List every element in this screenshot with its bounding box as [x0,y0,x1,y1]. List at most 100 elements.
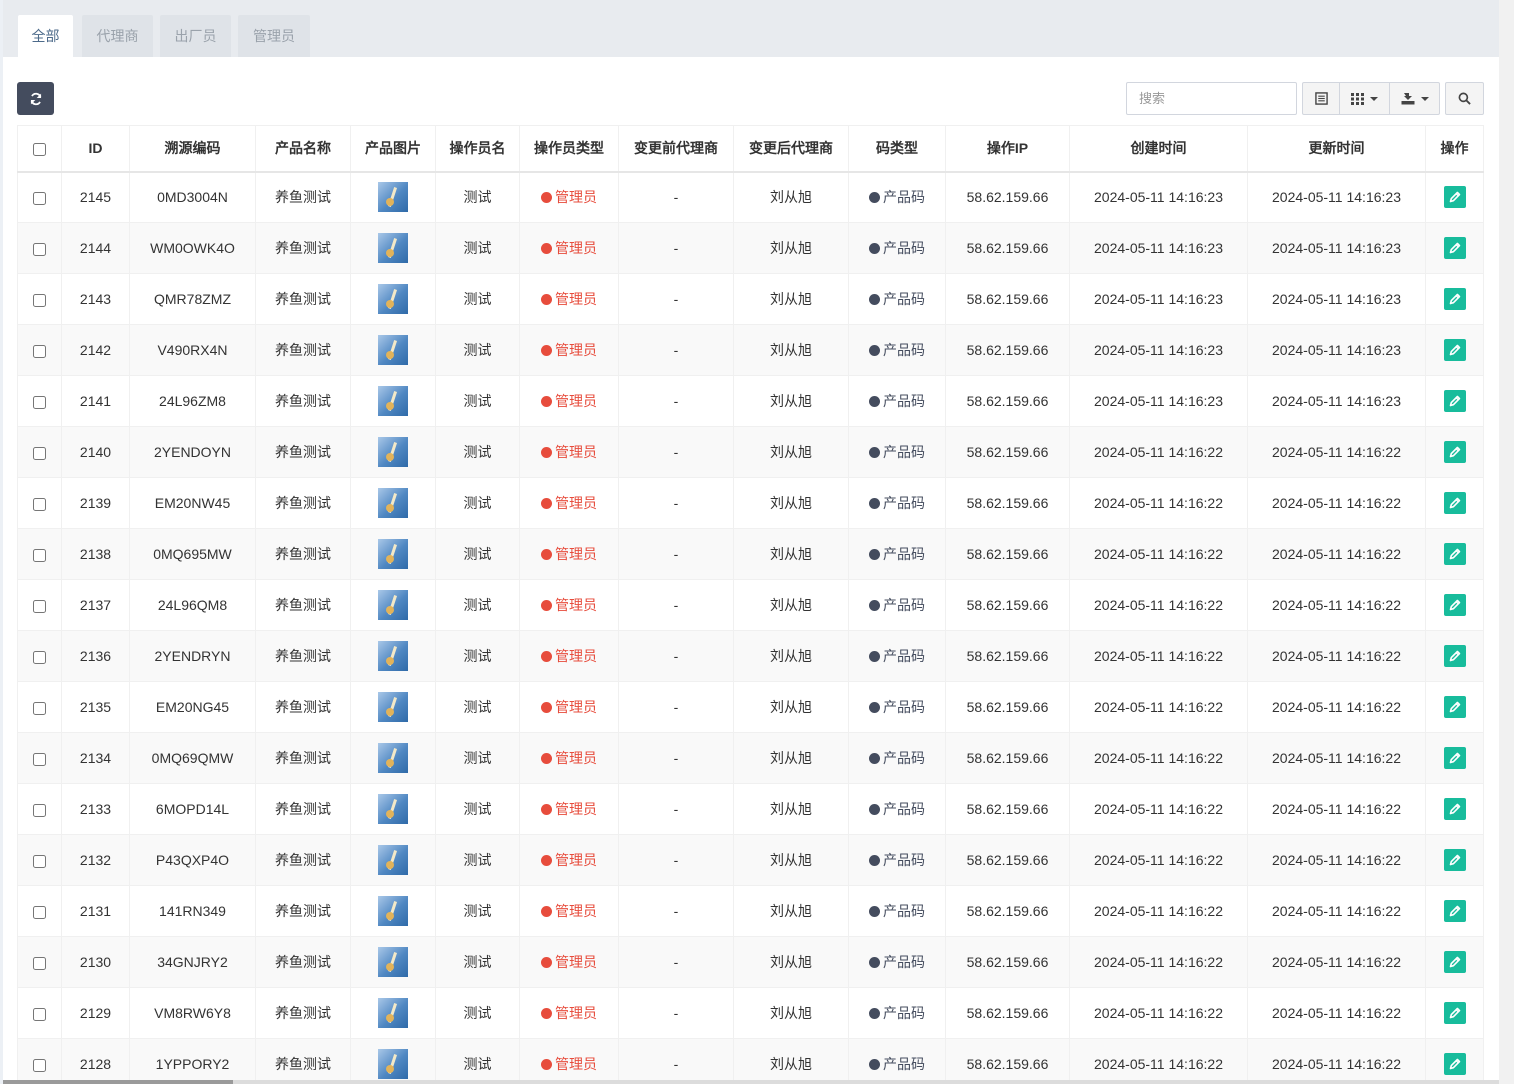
row-select-cell[interactable] [17,222,62,274]
edit-button[interactable] [1443,696,1466,718]
edit-button[interactable] [1443,237,1466,259]
table-row[interactable]: 2145 0MD3004N 养鱼测试 测试 管理员 - 刘从旭 产品码 58.62.159.66… [17,171,1484,223]
row-select-cell[interactable] [17,273,62,325]
tab-factory-staff[interactable]: 出厂员 [160,15,231,57]
row-checkbox[interactable] [33,803,46,817]
edit-button[interactable] [1443,798,1466,820]
row-select-cell[interactable] [17,477,62,529]
row-checkbox[interactable] [33,446,46,460]
table-row[interactable]: 2129 VM8RW6Y8 养鱼测试 测试 管理员 - 刘从旭 产品码 58.62.159.66… [17,987,1484,1039]
row-select-cell[interactable] [17,783,62,835]
columns-dropdown-button[interactable] [1339,82,1390,115]
row-select-cell[interactable] [17,987,62,1039]
row-select-cell[interactable] [17,1038,62,1084]
row-checkbox[interactable] [33,650,46,664]
product-thumbnail[interactable] [378,641,408,671]
row-select-cell[interactable] [17,324,62,376]
row-select-cell[interactable] [17,375,62,427]
toggle-view-button[interactable] [1302,82,1340,115]
row-checkbox[interactable] [33,752,46,766]
row-select-cell[interactable] [17,936,62,988]
row-checkbox[interactable] [33,242,46,256]
select-all-checkbox[interactable] [33,143,46,157]
row-checkbox[interactable] [33,956,46,970]
row-checkbox[interactable] [33,1058,46,1072]
row-checkbox[interactable] [33,599,46,613]
row-checkbox[interactable] [33,548,46,562]
column-header-trace-code[interactable]: 溯源编码 [129,125,256,173]
edit-button[interactable] [1443,594,1466,616]
tab-all[interactable]: 全部 [18,15,73,57]
table-row[interactable]: 2136 2YENDRYN 养鱼测试 测试 管理员 - 刘从旭 产品码 58.62.159.66… [17,630,1484,682]
row-checkbox[interactable] [33,905,46,919]
column-header-updated-time[interactable]: 更新时间 [1247,125,1426,173]
row-select-cell[interactable] [17,171,62,223]
product-thumbnail[interactable] [378,437,408,467]
edit-button[interactable] [1443,492,1466,514]
product-thumbnail[interactable] [378,284,408,314]
product-thumbnail[interactable] [378,947,408,977]
edit-button[interactable] [1443,186,1466,209]
tab-agent[interactable]: 代理商 [82,15,153,57]
row-checkbox[interactable] [33,854,46,868]
product-thumbnail[interactable] [378,896,408,926]
product-thumbnail[interactable] [378,998,408,1028]
table-row[interactable]: 2131 141RN349 养鱼测试 测试 管理员 - 刘从旭 产品码 58.62.159.66… [17,885,1484,937]
product-thumbnail[interactable] [378,539,408,569]
tab-admin[interactable]: 管理员 [238,15,310,57]
edit-button[interactable] [1443,543,1466,565]
table-row[interactable]: 2139 EM20NW45 养鱼测试 测试 管理员 - 刘从旭 产品码 58.62.159.66… [17,477,1484,529]
product-thumbnail[interactable] [378,692,408,722]
horizontal-scrollbar[interactable] [3,1080,1499,1084]
table-row[interactable]: 2130 34GNJRY2 养鱼测试 测试 管理员 - 刘从旭 产品码 58.62.159.66… [17,936,1484,988]
export-dropdown-button[interactable] [1389,82,1440,115]
row-checkbox[interactable] [33,1007,46,1021]
product-thumbnail[interactable] [378,743,408,773]
edit-button[interactable] [1443,441,1466,463]
edit-button[interactable] [1443,951,1466,973]
row-select-cell[interactable] [17,528,62,580]
table-row[interactable]: 2141 24L96ZM8 养鱼测试 测试 管理员 - 刘从旭 产品码 58.62.159.66… [17,375,1484,427]
table-row[interactable]: 2133 6MOPD14L 养鱼测试 测试 管理员 - 刘从旭 产品码 58.62.159.66… [17,783,1484,835]
edit-button[interactable] [1443,1053,1466,1075]
product-thumbnail[interactable] [378,182,408,213]
row-select-cell[interactable] [17,732,62,784]
search-input[interactable] [1126,82,1297,115]
table-row[interactable]: 2132 P43QXP4O 养鱼测试 测试 管理员 - 刘从旭 产品码 58.62.159.66… [17,834,1484,886]
row-checkbox[interactable] [33,395,46,409]
table-row[interactable]: 2140 2YENDOYN 养鱼测试 测试 管理员 - 刘从旭 产品码 58.62.159.66… [17,426,1484,478]
product-thumbnail[interactable] [378,386,408,416]
row-select-cell[interactable] [17,579,62,631]
product-thumbnail[interactable] [378,845,408,875]
table-row[interactable]: 2128 1YPPORY2 养鱼测试 测试 管理员 - 刘从旭 产品码 58.62.159.66… [17,1038,1484,1084]
column-header-product-image[interactable]: 产品图片 [350,125,436,173]
row-checkbox[interactable] [33,497,46,511]
edit-button[interactable] [1443,849,1466,871]
row-select-cell[interactable] [17,681,62,733]
column-header-operator-type[interactable]: 操作员类型 [519,125,619,173]
row-checkbox[interactable] [33,192,46,206]
edit-button[interactable] [1443,645,1466,667]
row-checkbox[interactable] [33,293,46,307]
column-header-code-type[interactable]: 码类型 [848,125,946,173]
column-header-agent-before[interactable]: 变更前代理商 [618,125,734,173]
row-select-cell[interactable] [17,426,62,478]
horizontal-scrollbar-thumb[interactable] [3,1080,233,1084]
table-row[interactable]: 2142 V490RX4N 养鱼测试 测试 管理员 - 刘从旭 产品码 58.62.159.66… [17,324,1484,376]
row-checkbox[interactable] [33,701,46,715]
header-select-all[interactable] [17,125,62,173]
column-header-operator-name[interactable]: 操作员名 [435,125,520,173]
table-row[interactable]: 2143 QMR78ZMZ 养鱼测试 测试 管理员 - 刘从旭 产品码 58.62.159.66… [17,273,1484,325]
row-select-cell[interactable] [17,885,62,937]
edit-button[interactable] [1443,339,1466,361]
table-row[interactable]: 2144 WM0OWK4O 养鱼测试 测试 管理员 - 刘从旭 产品码 58.62.159.66… [17,222,1484,274]
column-header-agent-after[interactable]: 变更后代理商 [733,125,849,173]
edit-button[interactable] [1443,747,1466,769]
table-row[interactable]: 2134 0MQ69QMW 养鱼测试 测试 管理员 - 刘从旭 产品码 58.62.159.66… [17,732,1484,784]
product-thumbnail[interactable] [378,1049,408,1079]
product-thumbnail[interactable] [378,488,408,518]
row-checkbox[interactable] [33,344,46,358]
column-header-operation-ip[interactable]: 操作IP [945,125,1070,173]
row-select-cell[interactable] [17,630,62,682]
product-thumbnail[interactable] [378,233,408,263]
